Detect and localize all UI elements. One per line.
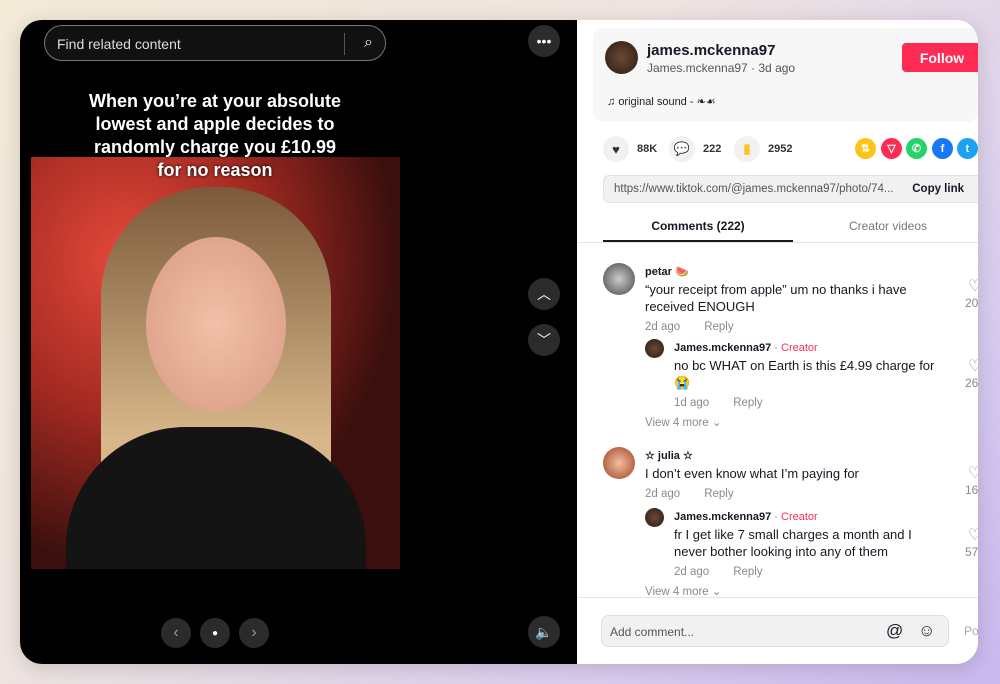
reply-like-button[interactable]: ♡262 xyxy=(960,356,978,390)
next-slide-icon[interactable]: › xyxy=(239,618,269,648)
follow-button[interactable]: Follow xyxy=(902,43,978,72)
comment-text: “your receipt from apple” um no thanks i… xyxy=(645,282,907,314)
comment-count: 222 xyxy=(703,143,722,155)
reply-button[interactable]: Reply xyxy=(704,488,733,500)
prev-slide-icon[interactable]: ‹ xyxy=(161,618,191,648)
sound-link[interactable]: ♫ original sound - ❧☙ xyxy=(607,95,716,108)
bookmark-icon: ▮ xyxy=(734,136,760,162)
sound-label: original sound - ❧☙ xyxy=(618,96,716,108)
save-button[interactable]: ▮ 2952 xyxy=(734,136,792,162)
slide-indicator: ● xyxy=(200,618,230,648)
emoji-icon[interactable]: ☺ xyxy=(918,621,935,641)
creator-badge: · Creator xyxy=(771,511,818,523)
reply-like-count: 570 xyxy=(964,545,978,559)
search-input[interactable]: Find related content ⌕ xyxy=(44,25,386,61)
comment-item: ☆ julia ☆ I don’t even know what I’m pay… xyxy=(645,448,945,503)
heart-outline-icon: ♡ xyxy=(967,527,978,544)
avatar[interactable] xyxy=(645,339,664,358)
comment-time: 2d ago xyxy=(645,321,681,333)
comment-icon: 💬 xyxy=(669,136,695,162)
twitter-icon[interactable]: t xyxy=(957,138,978,159)
reply-item: James.mckenna97 · Creator no bc WHAT on … xyxy=(674,340,954,412)
like-button[interactable]: ♥ 88K xyxy=(603,136,657,162)
comment-like-count: 202 xyxy=(964,296,978,310)
reply-button[interactable]: Reply xyxy=(733,566,762,578)
more-options-icon[interactable]: ••• xyxy=(528,25,560,57)
post-photo xyxy=(31,157,400,569)
reply-item: James.mckenna97 · Creator fr I get like … xyxy=(674,509,944,581)
comment-input[interactable]: Add comment... @ ☺ xyxy=(601,615,949,647)
reply-button[interactable]: Reply xyxy=(733,397,762,409)
search-placeholder: Find related content xyxy=(57,36,181,52)
heart-icon: ♥ xyxy=(603,136,629,162)
author-card: james.mckenna97 James.mckenna97 · 3d ago… xyxy=(593,28,978,122)
repost-icon[interactable]: ⇅ xyxy=(855,138,876,159)
creator-badge: · Creator xyxy=(771,342,818,354)
avatar[interactable] xyxy=(605,41,638,74)
media-panel: Find related content ⌕ ••• When you’re at… xyxy=(20,20,577,664)
divider xyxy=(577,242,978,243)
post-button[interactable]: Post xyxy=(964,624,978,638)
next-post-button[interactable]: ﹀ xyxy=(528,324,560,356)
reply-username[interactable]: James.mckenna97 xyxy=(674,342,771,354)
comment-text: I don’t even know what I’m paying for xyxy=(645,466,859,481)
comment-placeholder: Add comment... xyxy=(610,625,695,639)
comment-username[interactable]: ☆ julia ☆ xyxy=(645,448,945,465)
post-caption: When you’re at your absolute lowest and … xyxy=(88,91,342,180)
post-url: https://www.tiktok.com/@james.mckenna97/… xyxy=(614,183,894,195)
divider xyxy=(577,597,978,598)
avatar[interactable] xyxy=(603,447,635,479)
divider xyxy=(344,33,345,55)
search-icon[interactable]: ⌕ xyxy=(364,34,373,52)
reply-text: no bc WHAT on Earth is this £4.99 charge… xyxy=(674,358,935,390)
author-subtitle: James.mckenna97 · 3d ago xyxy=(647,61,796,75)
heart-outline-icon: ♡ xyxy=(967,278,978,295)
like-count: 88K xyxy=(637,143,658,155)
avatar[interactable] xyxy=(603,263,635,295)
reply-time: 1d ago xyxy=(674,397,710,409)
save-count: 2952 xyxy=(768,143,793,155)
reply-like-button[interactable]: ♡570 xyxy=(960,525,978,559)
comment-like-button[interactable]: ♡169 xyxy=(960,463,978,497)
reply-text: fr I get like 7 small charges a month an… xyxy=(674,527,912,559)
post-link-field[interactable]: https://www.tiktok.com/@james.mckenna97/… xyxy=(603,175,978,203)
view-more-replies[interactable]: View 4 more ⌄ xyxy=(645,584,722,598)
reply-like-count: 262 xyxy=(964,376,978,390)
send-icon[interactable]: ▽ xyxy=(881,138,902,159)
details-panel: james.mckenna97 James.mckenna97 · 3d ago… xyxy=(577,20,978,664)
reply-username[interactable]: James.mckenna97 xyxy=(674,511,771,523)
avatar[interactable] xyxy=(645,508,664,527)
heart-outline-icon: ♡ xyxy=(967,465,978,482)
reply-time: 2d ago xyxy=(674,566,710,578)
previous-post-button[interactable]: ︿ xyxy=(528,278,560,310)
tab-creator-videos[interactable]: Creator videos xyxy=(793,219,978,233)
heart-outline-icon: ♡ xyxy=(967,358,978,375)
comment-like-count: 169 xyxy=(964,483,978,497)
reply-button[interactable]: Reply xyxy=(704,321,733,333)
whatsapp-icon[interactable]: ✆ xyxy=(906,138,927,159)
view-more-replies[interactable]: View 4 more ⌄ xyxy=(645,415,722,429)
comment-item: petar 🍉 “your receipt from apple” um no … xyxy=(645,264,945,336)
app-window: Find related content ⌕ ••• When you’re at… xyxy=(20,20,978,664)
mention-icon[interactable]: @ xyxy=(886,621,903,641)
music-note-icon: ♫ xyxy=(607,96,619,108)
comment-like-button[interactable]: ♡202 xyxy=(960,276,978,310)
author-username[interactable]: james.mckenna97 xyxy=(647,42,775,59)
facebook-icon[interactable]: f xyxy=(932,138,953,159)
tab-comments[interactable]: Comments (222) xyxy=(603,219,793,233)
volume-icon[interactable]: 🔈 xyxy=(528,616,560,648)
copy-link-button[interactable]: Copy link xyxy=(912,183,964,195)
comment-username[interactable]: petar 🍉 xyxy=(645,264,945,281)
comment-time: 2d ago xyxy=(645,488,681,500)
comment-button[interactable]: 💬 222 xyxy=(669,136,721,162)
